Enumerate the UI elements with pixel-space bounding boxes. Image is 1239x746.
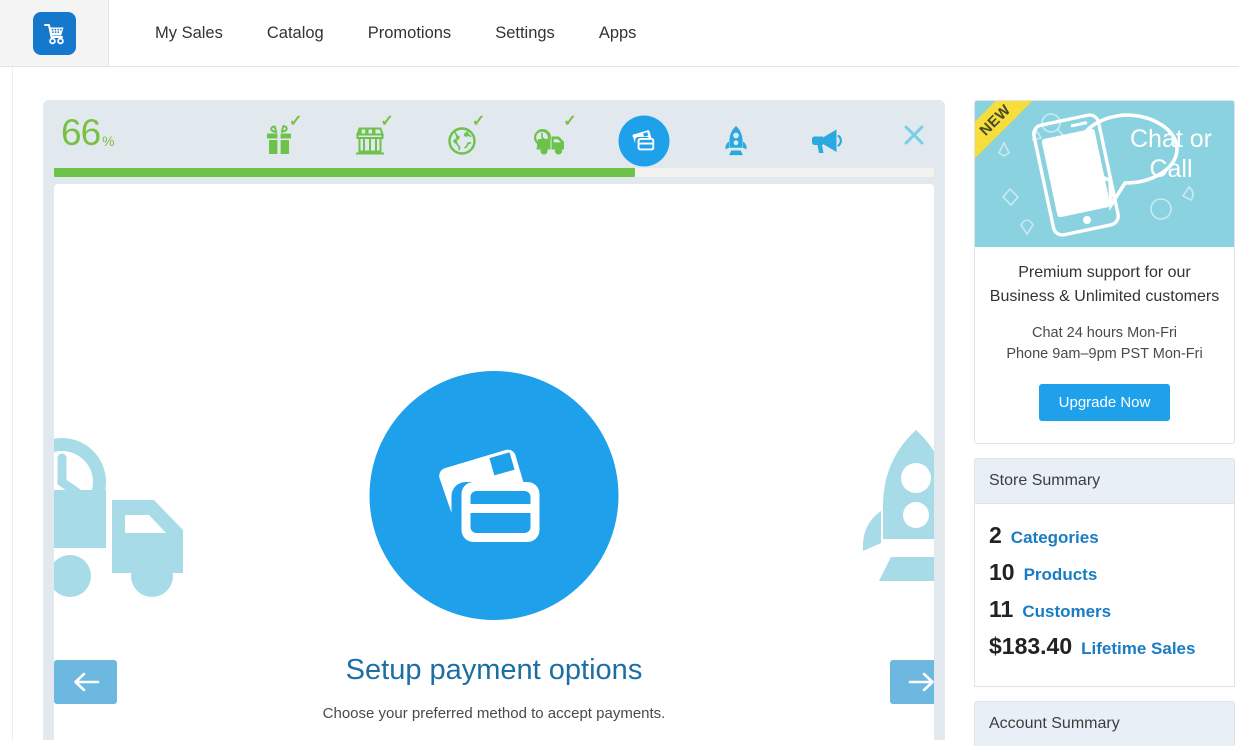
progress-bar-fill [54, 168, 635, 177]
store-summary-header: Store Summary [974, 458, 1235, 504]
top-navigation-bar: My Sales Catalog Promotions Settings App… [0, 0, 1239, 67]
promo-banner: NEW Chat or Call [975, 101, 1234, 247]
premium-support-promo-card: NEW Chat or Call Premium support for our… [974, 100, 1235, 445]
wizard-step-marketing[interactable] [782, 110, 873, 172]
arrow-right-icon [908, 672, 934, 692]
wizard-content-panel: Setup payment options Choose your prefer… [54, 184, 934, 740]
onboarding-wizard-card: 66 % ✓ ✓ ✓ ✓ Setup payment options Choos… [43, 100, 945, 740]
account-summary-header: Account Summary [974, 701, 1235, 746]
logo-cell[interactable] [0, 0, 109, 66]
stat-label-lifetime-sales[interactable]: Lifetime Sales [1081, 639, 1195, 659]
stat-value-products: 10 [989, 559, 1015, 586]
arrow-left-icon [73, 672, 99, 692]
progress-bar-track [54, 168, 934, 177]
wizard-step-store[interactable]: ✓ [324, 110, 415, 172]
megaphone-icon [812, 129, 843, 153]
promo-chat-hours: Chat 24 hours Mon-Fri [1031, 325, 1178, 341]
stat-value-lifetime-sales: $183.40 [989, 633, 1073, 660]
close-wizard-button[interactable] [899, 120, 929, 150]
svg-text:Chat or: Chat or [1130, 125, 1212, 153]
stat-row-lifetime-sales: $183.40 Lifetime Sales [989, 633, 1220, 660]
svg-text:Call: Call [1149, 155, 1192, 183]
stat-value-customers: 11 [989, 596, 1014, 623]
nav-link-my-sales[interactable]: My Sales [133, 0, 245, 66]
nav-link-settings[interactable]: Settings [473, 0, 577, 66]
new-ribbon-mask: NEW [975, 101, 1053, 179]
stat-value-categories: 2 [989, 522, 1002, 549]
page-body: 66 % ✓ ✓ ✓ ✓ Setup payment options Choos… [0, 67, 1239, 746]
promo-phone-hours: Phone 9am–9pm PST Mon-Fri [1006, 345, 1203, 362]
nav-link-catalog[interactable]: Catalog [245, 0, 346, 66]
hero-credit-cards-icon [369, 371, 619, 620]
wizard-step-payment[interactable] [599, 110, 690, 172]
nav-links: My Sales Catalog Promotions Settings App… [109, 0, 658, 66]
percent-value: 66 [61, 112, 101, 153]
nav-link-promotions[interactable]: Promotions [346, 0, 473, 66]
step-check-icon: ✓ [289, 113, 303, 130]
wizard-hero: Setup payment options Choose your prefer… [54, 184, 934, 740]
nav-link-apps[interactable]: Apps [577, 0, 659, 66]
upgrade-now-button[interactable]: Upgrade Now [1038, 384, 1171, 422]
promo-text-block: Premium support for our Business & Unlim… [975, 247, 1234, 364]
percent-sign: % [102, 133, 115, 149]
wizard-step-global[interactable]: ✓ [416, 110, 507, 172]
rocket-icon [725, 126, 747, 156]
step-check-icon: ✓ [471, 113, 486, 130]
page-inner: 66 % ✓ ✓ ✓ ✓ Setup payment options Choos… [12, 67, 1239, 746]
step-check-icon: ✓ [563, 113, 577, 130]
stat-row-customers: 11 Customers [989, 596, 1220, 623]
wizard-prev-button[interactable] [54, 660, 117, 704]
stat-label-products[interactable]: Products [1024, 565, 1098, 585]
wizard-step-gift[interactable]: ✓ [233, 110, 324, 172]
hero-subtitle: Choose your preferred method to accept p… [322, 705, 666, 722]
step-check-icon: ✓ [380, 113, 394, 130]
right-sidebar: NEW Chat or Call Premium support for our… [974, 100, 1235, 746]
new-ribbon: NEW [975, 101, 1043, 168]
wizard-step-shipping[interactable]: ✓ [507, 110, 598, 172]
wizard-next-button[interactable] [890, 660, 934, 704]
wizard-step-icons: ✓ ✓ ✓ ✓ [233, 110, 873, 172]
completion-percentage: 66 % [61, 114, 115, 151]
close-x-icon [904, 125, 924, 145]
wizard-header: 66 % ✓ ✓ ✓ ✓ [43, 100, 945, 180]
wizard-step-launch[interactable] [690, 110, 781, 172]
promo-cta-row: Upgrade Now [975, 364, 1234, 443]
credit-cards-icon [632, 130, 655, 151]
promo-headline: Premium support for our Business & Unlim… [989, 264, 1220, 305]
stat-label-customers[interactable]: Customers [1022, 602, 1111, 622]
store-summary-body: 2 Categories 10 Products 11 Customers $1… [974, 503, 1235, 688]
stat-row-products: 10 Products [989, 559, 1220, 586]
shopping-cart-icon[interactable] [32, 11, 76, 55]
stat-row-categories: 2 Categories [989, 522, 1220, 549]
hero-title: Setup payment options [345, 654, 643, 686]
stat-label-categories[interactable]: Categories [1011, 528, 1099, 548]
